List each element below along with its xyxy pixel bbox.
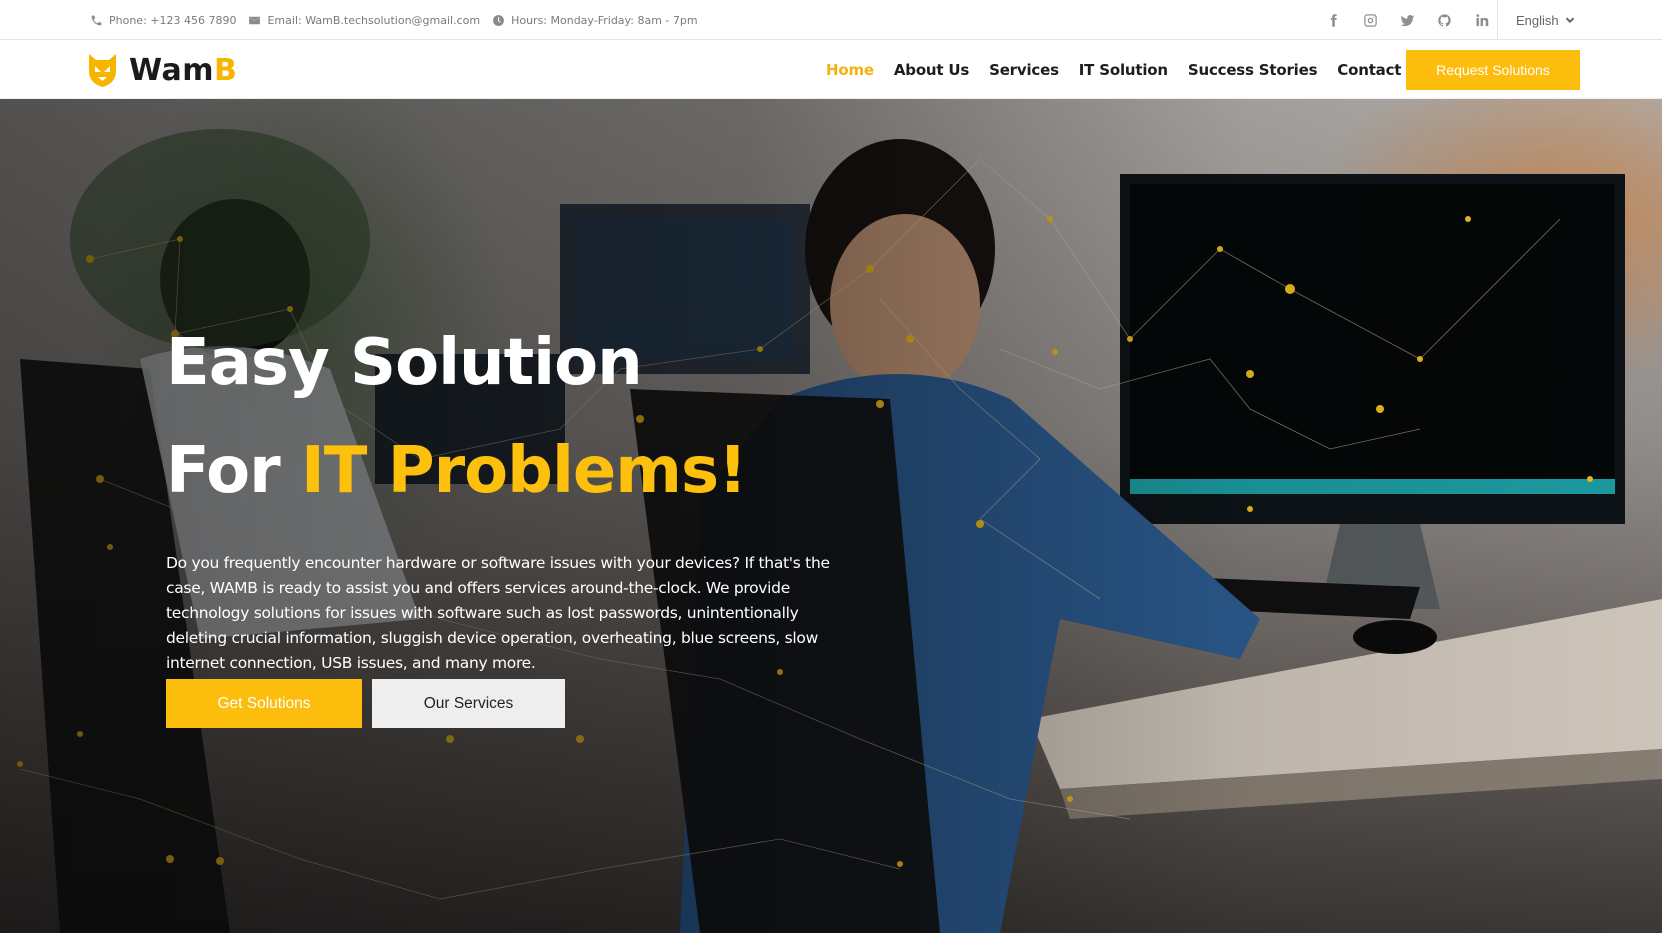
headline-line-2-prefix: For xyxy=(166,434,281,508)
hero-description: Do you frequently encounter hardware or … xyxy=(166,554,830,672)
nav-item-home[interactable]: Home xyxy=(816,61,884,79)
instagram-icon xyxy=(1363,13,1377,27)
phone-text: Phone: +123 456 7890 xyxy=(109,13,237,27)
instagram-link[interactable] xyxy=(1360,10,1380,30)
logo-text-main: Wam xyxy=(129,52,215,88)
fox-logo-icon xyxy=(89,54,116,87)
contact-info: Phone: +123 456 7890 Email: WamB.techsol… xyxy=(90,0,698,40)
hours-text: Hours: Monday-Friday: 8am - 7pm xyxy=(511,13,698,27)
language-label: English xyxy=(1516,12,1559,28)
social-links xyxy=(1323,0,1491,40)
nav-item-about-us[interactable]: About Us xyxy=(884,61,979,79)
hero-headline: Easy Solution For IT Problems! xyxy=(166,309,866,525)
email-info[interactable]: Email: WamB.techsolution@gmail.com xyxy=(248,14,480,27)
linkedin-link[interactable] xyxy=(1471,10,1491,30)
nav-item-it-solution[interactable]: IT Solution xyxy=(1069,61,1178,79)
phone-info: Phone: +123 456 7890 xyxy=(90,14,236,27)
primary-navigation: Home About Us Services IT Solution Succe… xyxy=(816,40,1437,99)
get-solutions-button[interactable]: Get Solutions xyxy=(166,679,362,728)
twitter-link[interactable] xyxy=(1397,10,1417,30)
request-solutions-button[interactable]: Request Solutions xyxy=(1406,50,1580,90)
github-link[interactable] xyxy=(1434,10,1454,30)
facebook-link[interactable] xyxy=(1323,10,1343,30)
phone-icon xyxy=(91,15,102,25)
logo-text-accent: B xyxy=(214,52,238,88)
logo-wordmark: WamB xyxy=(129,53,237,88)
top-info-bar: Phone: +123 456 7890 Email: WamB.techsol… xyxy=(0,0,1662,40)
nav-item-services[interactable]: Services xyxy=(979,61,1069,79)
language-selector[interactable]: English xyxy=(1497,0,1575,40)
hours-info: Hours: Monday-Friday: 8am - 7pm xyxy=(492,13,698,27)
linkedin-icon xyxy=(1475,13,1488,26)
email-text[interactable]: Email: WamB.techsolution@gmail.com xyxy=(267,14,480,27)
twitter-icon xyxy=(1400,14,1414,26)
headline-highlight: IT Problems! xyxy=(300,434,747,508)
envelope-icon xyxy=(249,16,261,24)
hero-section: Easy Solution For IT Problems! Do you fr… xyxy=(0,99,1662,933)
main-navbar: WamB Home About Us Services IT Solution … xyxy=(0,40,1662,99)
hero-content: Easy Solution For IT Problems! Do you fr… xyxy=(166,309,866,676)
site-logo[interactable]: WamB xyxy=(86,50,237,90)
hero-buttons: Get Solutions Our Services xyxy=(166,679,565,728)
nav-item-success-stories[interactable]: Success Stories xyxy=(1178,61,1327,79)
our-services-button[interactable]: Our Services xyxy=(372,679,565,728)
chevron-down-icon xyxy=(1565,17,1574,24)
headline-line-1: Easy Solution xyxy=(166,326,643,400)
github-icon xyxy=(1437,13,1451,26)
clock-icon xyxy=(493,14,504,26)
facebook-icon xyxy=(1330,13,1337,27)
